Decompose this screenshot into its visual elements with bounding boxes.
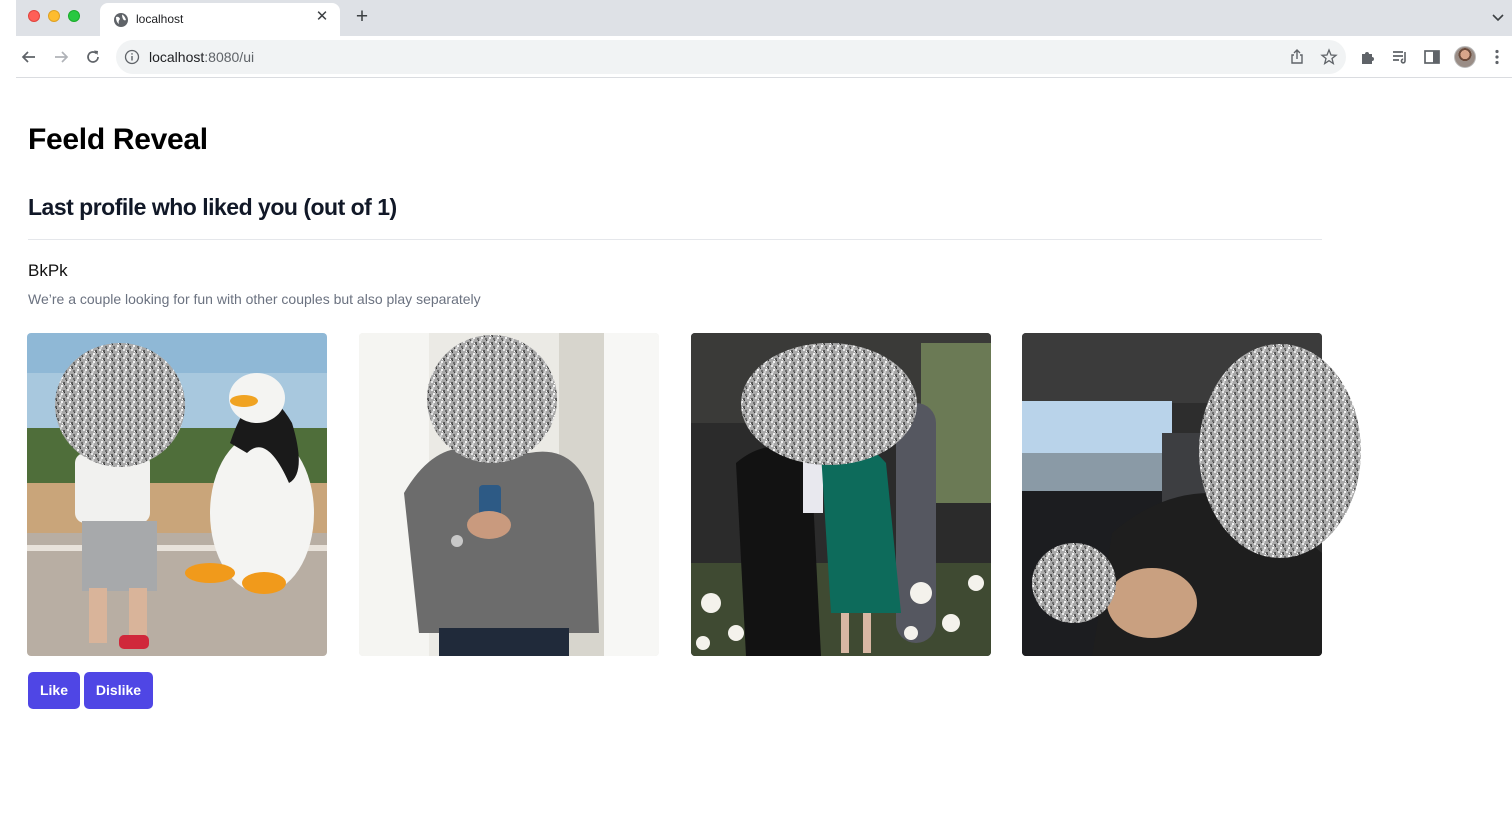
info-icon[interactable] bbox=[124, 49, 140, 65]
profile-photo-2 bbox=[359, 333, 659, 656]
reading-list-icon[interactable] bbox=[1390, 47, 1410, 67]
profile-avatar[interactable] bbox=[1454, 46, 1476, 68]
dislike-button[interactable]: Dislike bbox=[84, 672, 153, 709]
tab-title: localhost bbox=[136, 12, 184, 26]
close-window-button[interactable] bbox=[28, 10, 40, 22]
reload-icon[interactable] bbox=[83, 47, 103, 67]
share-icon[interactable] bbox=[1288, 48, 1306, 66]
face-blur bbox=[1199, 344, 1361, 558]
page-content: Feeld Reveal Last profile who liked you … bbox=[0, 79, 1512, 821]
address-bar[interactable]: localhost:8080/ui bbox=[116, 40, 1346, 74]
back-arrow-icon[interactable] bbox=[19, 47, 39, 67]
forward-arrow-icon[interactable] bbox=[51, 47, 71, 67]
divider bbox=[28, 239, 1322, 240]
new-tab-button[interactable]: + bbox=[352, 6, 372, 28]
browser-tab-strip: localhost ✕ + bbox=[16, 0, 1512, 36]
like-button[interactable]: Like bbox=[28, 672, 80, 709]
bookmark-star-icon[interactable] bbox=[1320, 48, 1338, 66]
profile-bio: We’re a couple looking for fun with othe… bbox=[28, 291, 481, 307]
browser-tab[interactable]: localhost ✕ bbox=[100, 3, 340, 36]
chevron-down-icon[interactable] bbox=[1490, 9, 1506, 25]
page-title: Feeld Reveal bbox=[28, 123, 208, 156]
side-panel-icon[interactable] bbox=[1422, 47, 1442, 67]
profile-photo-1 bbox=[27, 333, 327, 656]
profile-photo-4 bbox=[1022, 333, 1361, 656]
section-title: Last profile who liked you (out of 1) bbox=[28, 194, 397, 220]
more-menu-icon[interactable] bbox=[1487, 47, 1507, 67]
extensions-puzzle-icon[interactable] bbox=[1358, 47, 1378, 67]
maximize-window-button[interactable] bbox=[68, 10, 80, 22]
tab-close-icon[interactable]: ✕ bbox=[314, 9, 330, 25]
url-text[interactable]: localhost:8080/ui bbox=[149, 49, 254, 65]
url-host: localhost bbox=[149, 49, 205, 65]
url-path: :8080/ui bbox=[204, 49, 255, 65]
profile-name: BkPk bbox=[28, 261, 68, 280]
browser-toolbar: localhost:8080/ui bbox=[16, 36, 1512, 78]
minimize-window-button[interactable] bbox=[48, 10, 60, 22]
globe-icon bbox=[114, 13, 128, 27]
profile-photo-3 bbox=[691, 333, 991, 656]
